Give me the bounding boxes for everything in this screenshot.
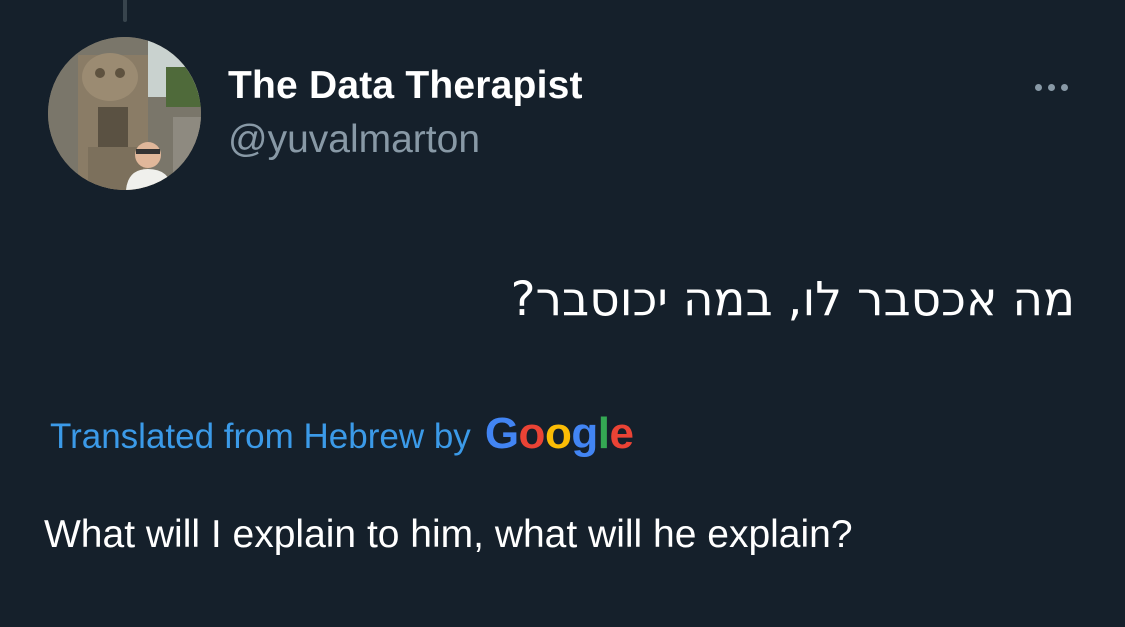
- more-dots-icon: [1060, 83, 1068, 91]
- translation-attribution: Translated from Hebrew by Google: [50, 409, 634, 462]
- google-logo-letter: G: [484, 409, 519, 458]
- more-dots-icon: [1034, 83, 1042, 91]
- avatar[interactable]: [48, 37, 201, 190]
- google-logo-letter: o: [518, 409, 546, 458]
- more-dots-icon: [1047, 83, 1055, 91]
- translated-text: What will I explain to him, what will he…: [44, 513, 853, 556]
- translation-label-link[interactable]: Translated from Hebrew by: [50, 417, 471, 457]
- google-logo: Google: [485, 409, 634, 459]
- user-handle[interactable]: @yuvalmarton: [228, 118, 480, 162]
- tweet-original-text: מה אכסבר לו, במה יכוסבר?: [510, 272, 1075, 327]
- thread-connector-line: [123, 0, 127, 22]
- google-logo-letter: e: [609, 409, 634, 458]
- google-logo-letter: l: [597, 409, 610, 458]
- display-name[interactable]: The Data Therapist: [228, 64, 583, 108]
- more-options-button[interactable]: [1026, 70, 1076, 104]
- google-logo-letter: g: [571, 409, 598, 458]
- google-logo-letter: o: [544, 409, 572, 458]
